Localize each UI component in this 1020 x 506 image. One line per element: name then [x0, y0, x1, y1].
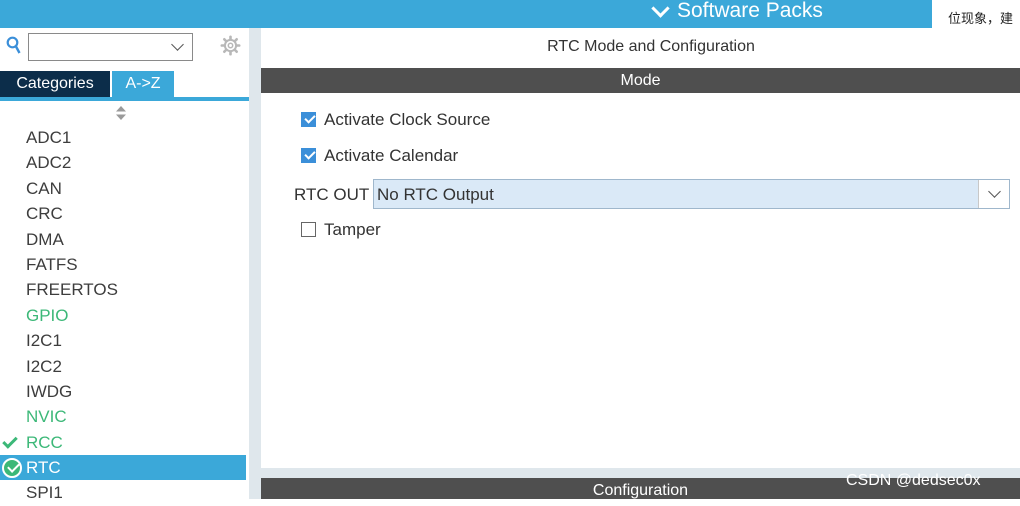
- list-item-nvic[interactable]: NVIC: [0, 404, 249, 429]
- list-item-fatfs[interactable]: FATFS: [0, 252, 249, 277]
- list-item-rtc[interactable]: RTC: [0, 455, 246, 481]
- sort-arrows-icon[interactable]: [115, 105, 127, 121]
- tab-categories[interactable]: Categories: [0, 71, 110, 97]
- list-item-label: CAN: [26, 178, 62, 198]
- check-circle-icon: [2, 458, 22, 479]
- list-item-can[interactable]: CAN: [0, 176, 249, 201]
- list-item-dma[interactable]: DMA: [0, 227, 249, 252]
- gear-icon[interactable]: [220, 35, 241, 56]
- list-item-iwdg[interactable]: IWDG: [0, 379, 249, 404]
- notification-text: 位现象，建: [948, 11, 1014, 26]
- list-item-label: I2C2: [26, 356, 62, 376]
- checkbox-checked-icon[interactable]: [301, 112, 316, 127]
- dropdown-button[interactable]: [978, 180, 1009, 208]
- list-item-label: FREERTOS: [26, 280, 118, 300]
- list-item-crc[interactable]: CRC: [0, 201, 249, 226]
- tab-a-to-z[interactable]: A->Z: [112, 71, 174, 97]
- list-item-label: IWDG: [26, 381, 73, 401]
- list-item-label: SPI1: [26, 483, 63, 503]
- checkbox-checked-icon[interactable]: [301, 148, 316, 163]
- software-packs-label: Software Packs: [677, 0, 823, 22]
- checkbox-label: Tamper: [324, 220, 381, 239]
- list-item-label: RCC: [26, 432, 63, 452]
- chevron-down-icon[interactable]: [171, 38, 184, 51]
- list-item-label: I2C1: [26, 331, 62, 351]
- chevron-down-icon: [651, 0, 670, 18]
- rtc-out-value: No RTC Output: [377, 185, 494, 204]
- search-input[interactable]: [28, 33, 193, 61]
- list-item-i2c2[interactable]: I2C2: [0, 354, 249, 379]
- list-item-label: CRC: [26, 204, 63, 224]
- list-item-label: ADC2: [26, 153, 72, 173]
- list-item-adc1[interactable]: ADC1: [0, 125, 249, 150]
- tabs-underline: [0, 97, 249, 101]
- list-item-spi1[interactable]: SPI1: [0, 480, 249, 505]
- list-item-adc2[interactable]: ADC2: [0, 150, 249, 175]
- watermark-text: CSDN @dedsec0x: [846, 472, 981, 489]
- mode-section-header: Mode: [261, 68, 1020, 93]
- panel-divider[interactable]: [249, 28, 261, 499]
- list-item-rcc[interactable]: RCC: [0, 430, 249, 455]
- list-item-label: FATFS: [26, 254, 78, 274]
- list-item-freertos[interactable]: FREERTOS: [0, 277, 249, 302]
- list-item-label: NVIC: [26, 407, 67, 427]
- categories-panel: Categories A->Z ADC1 ADC2 CAN CRC DMA FA…: [0, 28, 249, 502]
- peripheral-list: ADC1 ADC2 CAN CRC DMA FATFS FREERTOS GPI…: [0, 125, 249, 506]
- list-item-label: ADC1: [26, 128, 72, 147]
- checkbox-label: Activate Calendar: [324, 146, 459, 165]
- checkbox-unchecked-icon[interactable]: [301, 222, 316, 237]
- list-item-gpio[interactable]: GPIO: [0, 303, 249, 328]
- mode-configuration-panel: RTC Mode and Configuration Mode Activate…: [261, 28, 1020, 499]
- top-bar: Software Packs: [0, 0, 1020, 28]
- chevron-down-icon: [988, 185, 1001, 198]
- checkmark-icon: [2, 432, 18, 449]
- list-item-label: RTC: [26, 458, 61, 478]
- software-packs-menu[interactable]: Software Packs: [648, 0, 823, 22]
- list-item-label: DMA: [26, 229, 64, 249]
- rtc-out-select[interactable]: No RTC Output: [373, 179, 1010, 209]
- rtc-out-label: RTC OUT: [294, 185, 370, 204]
- search-icon[interactable]: [6, 36, 21, 56]
- checkbox-label: Activate Clock Source: [324, 110, 491, 129]
- list-item-label: GPIO: [26, 305, 69, 325]
- page-title: RTC Mode and Configuration: [547, 38, 755, 55]
- list-item-i2c1[interactable]: I2C1: [0, 328, 249, 353]
